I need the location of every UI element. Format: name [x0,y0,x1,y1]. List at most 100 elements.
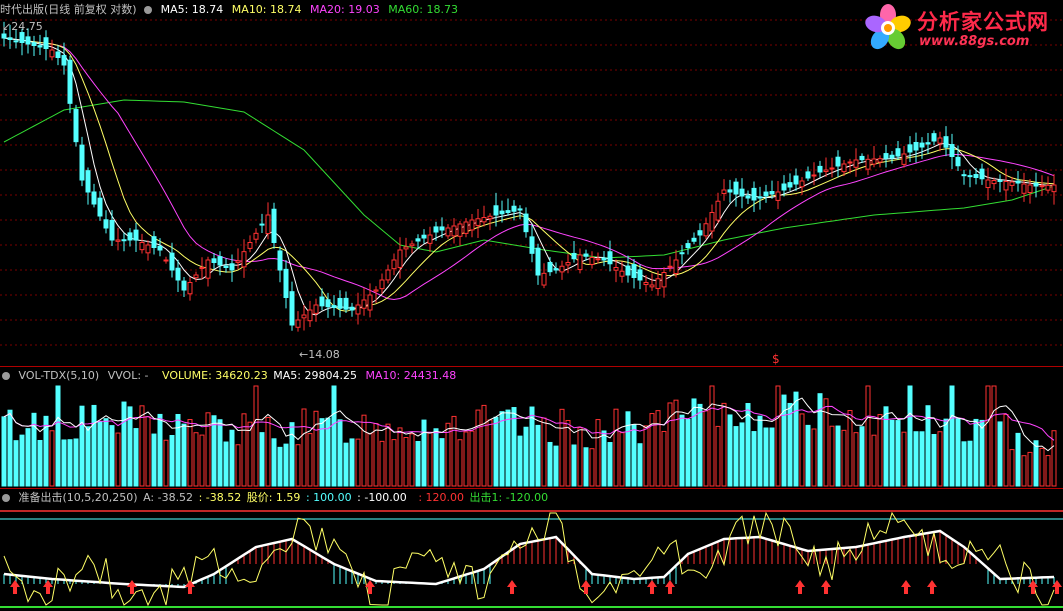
volume-bar [541,417,547,487]
candle-body [763,191,769,197]
candle-body [241,251,247,268]
volume-bar [553,445,559,487]
volume-bar [949,385,955,487]
candle-body [529,236,535,254]
ma10-label: MA10: 18.74 [231,3,302,16]
candle-body [397,249,403,268]
volume-bar [205,412,211,487]
settings-circle-icon[interactable] [2,372,10,380]
volume-bar [661,430,667,487]
volume-bar [979,419,985,487]
candle-body [115,239,121,242]
volume-bar [103,418,109,487]
candle-body [253,232,259,240]
volume-bar [439,438,445,487]
volume-bar [991,385,997,487]
a-value: A: -38.52 [143,491,194,504]
candle-body [1051,184,1057,193]
candle-body [103,219,109,229]
volume-chart[interactable] [0,367,1063,488]
volume-bar [523,426,529,487]
volume-bar [511,407,517,487]
candle-body [613,267,619,271]
volume-bar [775,385,781,487]
volume-bar [61,439,67,487]
candle-body [187,282,193,295]
volume-bar [955,418,961,487]
low-arrow-icon: ← [299,348,309,361]
volume-bar [859,426,865,487]
vol-ma5-label: MA5: 29804.25 [273,369,357,382]
volume-bar [913,431,919,487]
high-price-label: 24.75 [11,20,43,33]
a-line [3,529,1055,589]
candle-body [937,137,943,144]
candlestick-chart[interactable] [0,0,1063,366]
candle-body [523,213,529,233]
candle-body [109,219,115,241]
volume-bar [781,394,787,487]
candle-body [985,179,991,189]
candle-body [607,251,613,265]
volume-bar [919,431,925,487]
ma20-line [3,37,1055,301]
candle-body [769,191,775,195]
candle-body [853,159,859,168]
candle-body [157,245,163,251]
volume-bar [931,434,937,487]
volume-bar [163,439,169,487]
volume-bar [409,433,415,487]
volume-bar [1009,449,1015,487]
volume-bar [613,408,619,487]
volume-bar [871,434,877,487]
volume-bar [19,434,25,487]
volume-panel[interactable]: VOL-TDX(5,10) VVOL: - VOLUME: 34620.23 M… [0,367,1063,488]
buy-arrow-icon [581,580,591,594]
candle-body [949,144,955,158]
logo-url[interactable]: www.88gs.com [919,34,1029,49]
candle-body [823,169,829,173]
candle-body [829,167,835,170]
volume-bar [619,432,625,487]
event-marker[interactable]: $ [772,352,780,366]
volume-bar [937,431,943,487]
candle-body [61,55,67,66]
attack-value: 出击1: -120.00 [469,491,549,504]
candle-body [37,45,43,48]
volume-bar [415,440,421,487]
volume-bar [487,419,493,487]
settings-circle-icon[interactable] [144,6,153,14]
volume-bar [85,426,91,487]
site-logo[interactable]: 分析家公式网 www.88gs.com [861,2,1057,52]
buy-arrow-icon [507,580,517,594]
candle-body [1021,183,1027,194]
volume-bar [421,419,427,487]
volume-bar [433,428,439,487]
candle-body [895,148,901,157]
volume-bar [55,385,61,487]
candle-body [913,142,919,151]
high-price-marker: ↙24.75 [2,20,43,33]
candle-body [331,305,337,308]
candle-body [901,153,907,165]
candle-body [517,208,523,211]
candle-body [535,247,541,276]
volume-bar [1021,455,1027,487]
volume-bar [25,428,31,487]
candle-body [835,156,841,167]
candle-body [481,217,487,223]
indicator-chart[interactable] [0,489,1063,611]
volume-bar [49,430,55,487]
volume-legend: VOL-TDX(5,10) VVOL: - VOLUME: 34620.23 M… [0,368,461,384]
candle-body [727,189,733,193]
volume-bar [565,419,571,487]
volume-bar [577,427,583,487]
candle-body [655,278,661,290]
indicator-panel[interactable]: 准备出击(10,5,20,250) A: -38.52 : -38.52 股价:… [0,489,1063,611]
price-panel[interactable]: 时代出版(日线 前复权 对数) MA5: 18.74 MA10: 18.74 M… [0,0,1063,366]
candle-body [55,51,61,59]
candle-body [271,208,277,243]
settings-circle-icon[interactable] [2,494,10,502]
candle-body [571,252,577,260]
candle-body [661,272,667,288]
